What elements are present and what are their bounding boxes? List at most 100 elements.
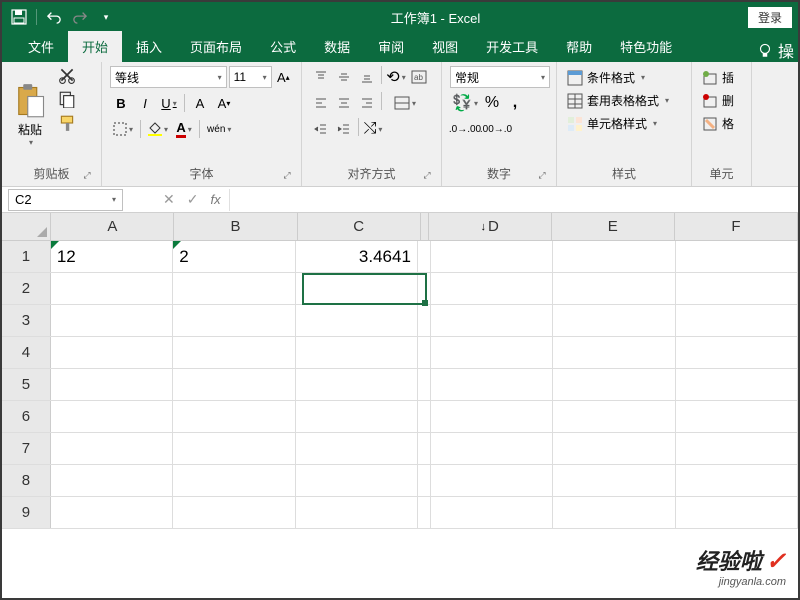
- save-icon[interactable]: [10, 8, 28, 26]
- copy-icon[interactable]: [58, 90, 76, 108]
- cell-D3[interactable]: [431, 305, 553, 336]
- enter-formula-icon[interactable]: ✓: [187, 191, 199, 208]
- paste-button[interactable]: 粘贴 ▾: [10, 66, 50, 163]
- login-button[interactable]: 登录: [748, 7, 792, 28]
- tab-formulas[interactable]: 公式: [256, 31, 310, 62]
- cell-narrow-9[interactable]: [418, 497, 431, 528]
- conditional-format-button[interactable]: 条件格式▾: [565, 66, 683, 89]
- cell-B8[interactable]: [173, 465, 295, 496]
- align-middle-icon[interactable]: [333, 66, 355, 88]
- comma-icon[interactable]: ,: [504, 92, 526, 114]
- tab-review[interactable]: 审阅: [364, 31, 418, 62]
- cell-narrow-8[interactable]: [418, 465, 431, 496]
- cell-B4[interactable]: [173, 337, 295, 368]
- underline-button[interactable]: U▾: [158, 92, 180, 114]
- cell-A4[interactable]: [51, 337, 173, 368]
- row-header-5[interactable]: 5: [2, 369, 51, 400]
- orientation2-icon[interactable]: ⤭▾: [362, 118, 384, 140]
- italic-button[interactable]: I: [134, 92, 156, 114]
- row-header-8[interactable]: 8: [2, 465, 51, 496]
- cell-F3[interactable]: [676, 305, 798, 336]
- cell-narrow-7[interactable]: [418, 433, 431, 464]
- redo-icon[interactable]: [71, 8, 89, 26]
- increase-font-icon[interactable]: A▴: [274, 66, 293, 88]
- number-format-select[interactable]: 常规▾: [450, 66, 550, 88]
- col-header-narrow[interactable]: [421, 213, 429, 240]
- decrease-font-icon[interactable]: A▾: [213, 92, 235, 114]
- cell-D6[interactable]: [431, 401, 553, 432]
- decrease-indent-icon[interactable]: [310, 118, 332, 140]
- col-header-D[interactable]: ↓D: [429, 213, 552, 240]
- formula-bar[interactable]: [229, 189, 798, 211]
- fill-color-button[interactable]: ▾: [145, 118, 171, 140]
- cell-F5[interactable]: [676, 369, 798, 400]
- col-header-C[interactable]: C: [298, 213, 421, 240]
- tab-page-layout[interactable]: 页面布局: [176, 31, 256, 62]
- col-header-B[interactable]: B: [174, 213, 297, 240]
- cell-F8[interactable]: [676, 465, 798, 496]
- cell-E6[interactable]: [553, 401, 675, 432]
- cell-A1[interactable]: 12: [51, 241, 173, 272]
- percent-icon[interactable]: %: [481, 92, 503, 114]
- cell-A7[interactable]: [51, 433, 173, 464]
- border-button[interactable]: ▾: [110, 118, 136, 140]
- cell-E2[interactable]: [553, 273, 675, 304]
- cell-D2[interactable]: [431, 273, 553, 304]
- delete-cells-button[interactable]: 删: [700, 89, 743, 112]
- cell-narrow-5[interactable]: [418, 369, 431, 400]
- format-painter-icon[interactable]: [58, 114, 76, 132]
- cell-E1[interactable]: [553, 241, 675, 272]
- cell-narrow-1[interactable]: [418, 241, 431, 272]
- cell-C3[interactable]: [296, 305, 418, 336]
- cell-A5[interactable]: [51, 369, 173, 400]
- cell-D8[interactable]: [431, 465, 553, 496]
- cell-narrow-6[interactable]: [418, 401, 431, 432]
- row-header-3[interactable]: 3: [2, 305, 51, 336]
- align-center-icon[interactable]: [333, 92, 355, 114]
- font-name-select[interactable]: 等线▾: [110, 66, 227, 88]
- cell-F2[interactable]: [676, 273, 798, 304]
- cell-E7[interactable]: [553, 433, 675, 464]
- cell-C4[interactable]: [296, 337, 418, 368]
- qat-customize-icon[interactable]: ▾: [97, 8, 115, 26]
- cell-D4[interactable]: [431, 337, 553, 368]
- row-header-9[interactable]: 9: [2, 497, 51, 528]
- cell-D9[interactable]: [431, 497, 553, 528]
- align-right-icon[interactable]: [356, 92, 378, 114]
- cell-B3[interactable]: [173, 305, 295, 336]
- tab-developer[interactable]: 开发工具: [472, 31, 552, 62]
- cancel-formula-icon[interactable]: ✕: [163, 191, 175, 208]
- cell-styles-button[interactable]: 单元格样式▾: [565, 112, 683, 135]
- cell-E9[interactable]: [553, 497, 675, 528]
- dialog-launcher-number[interactable]: ⤢: [536, 170, 548, 182]
- tell-me[interactable]: 操: [756, 38, 798, 62]
- cell-A9[interactable]: [51, 497, 173, 528]
- merge-cells-icon[interactable]: ▾: [385, 92, 425, 114]
- align-top-icon[interactable]: [310, 66, 332, 88]
- name-box[interactable]: C2▾: [8, 189, 123, 211]
- cut-icon[interactable]: [58, 66, 76, 84]
- tab-file[interactable]: 文件: [14, 31, 68, 62]
- tab-special[interactable]: 特色功能: [606, 31, 686, 62]
- orientation-icon[interactable]: ⟲▾: [385, 66, 407, 88]
- tab-view[interactable]: 视图: [418, 31, 472, 62]
- row-header-1[interactable]: 1: [2, 241, 51, 272]
- font-size-select[interactable]: 11▾: [229, 66, 272, 88]
- cell-E4[interactable]: [553, 337, 675, 368]
- cell-A8[interactable]: [51, 465, 173, 496]
- cell-C5[interactable]: [296, 369, 418, 400]
- tab-home[interactable]: 开始: [68, 31, 122, 62]
- col-header-E[interactable]: E: [552, 213, 675, 240]
- accounting-format-icon[interactable]: 💱▾: [450, 92, 480, 114]
- col-header-F[interactable]: F: [675, 213, 798, 240]
- cell-C9[interactable]: [296, 497, 418, 528]
- format-as-table-button[interactable]: 套用表格格式▾: [565, 89, 683, 112]
- format-cells-button[interactable]: 格: [700, 112, 743, 135]
- cell-D7[interactable]: [431, 433, 553, 464]
- dialog-launcher-alignment[interactable]: ⤢: [421, 170, 433, 182]
- cell-C2[interactable]: [296, 273, 418, 304]
- tab-help[interactable]: 帮助: [552, 31, 606, 62]
- font-color-button[interactable]: A▾: [173, 118, 195, 140]
- increase-decimal-icon[interactable]: .0→.00: [450, 118, 480, 140]
- align-left-icon[interactable]: [310, 92, 332, 114]
